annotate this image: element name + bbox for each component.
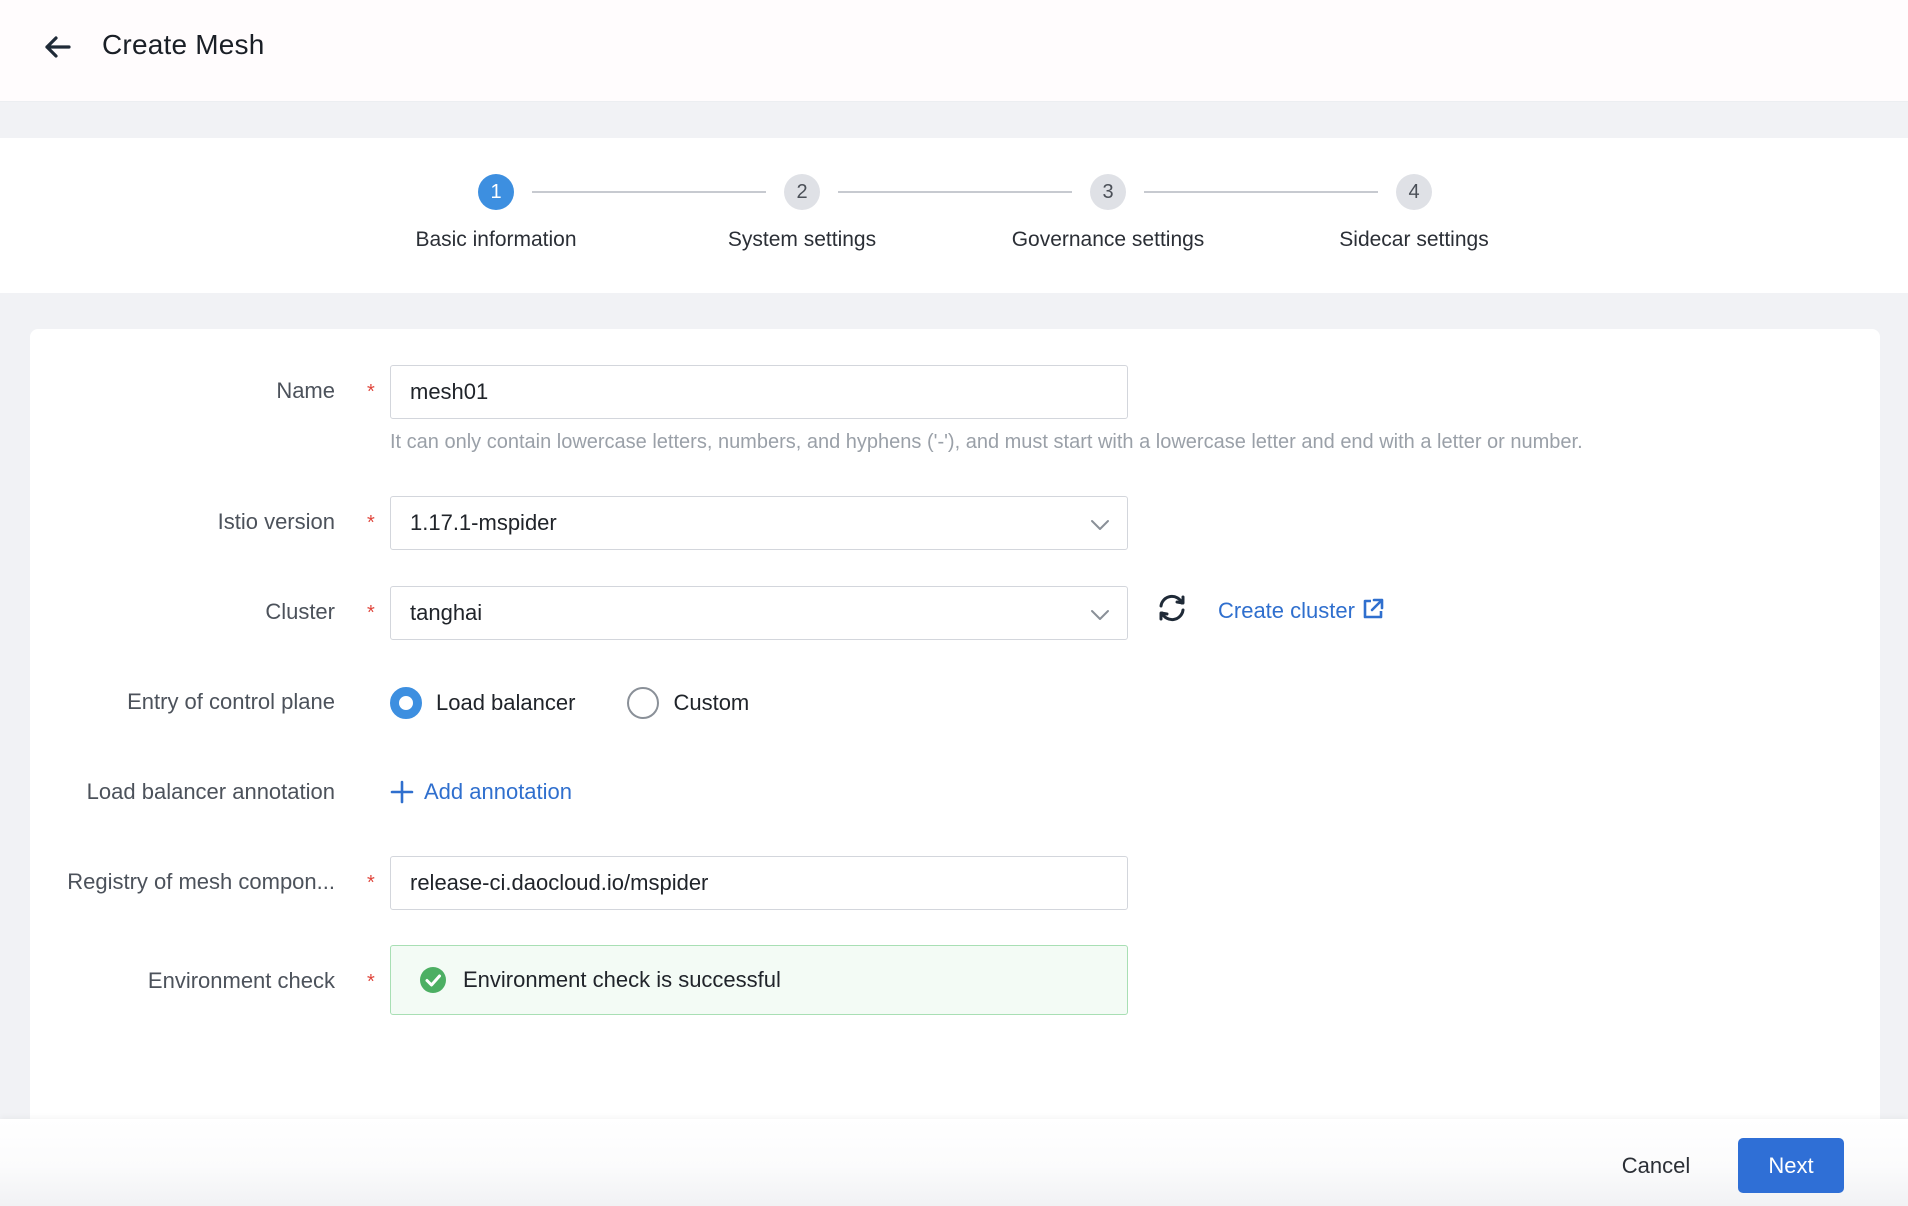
create-cluster-label: Create cluster <box>1218 598 1355 623</box>
add-annotation-label: Add annotation <box>424 779 573 804</box>
cluster-value: tanghai <box>410 600 483 625</box>
required-mark: * <box>367 971 375 993</box>
name-input[interactable]: mesh01 <box>390 365 1128 419</box>
radio-custom[interactable]: Custom <box>627 687 749 719</box>
istio-version-value: 1.17.1-mspider <box>410 510 557 535</box>
radio-label: Custom <box>673 690 750 715</box>
cancel-button[interactable]: Cancel <box>1592 1139 1720 1193</box>
env-check-text: Environment check is successful <box>463 967 781 992</box>
stepper: 1 Basic information 2 System settings 3 … <box>0 138 1908 293</box>
step-label: Sidecar settings <box>1339 228 1489 251</box>
chevron-down-icon <box>1091 520 1109 530</box>
lb-annotation-label: Load balancer annotation <box>86 779 335 804</box>
add-annotation-button[interactable]: Add annotation <box>390 779 572 805</box>
required-mark: * <box>367 381 375 403</box>
arrow-left-icon <box>45 36 71 58</box>
page-header: Create Mesh <box>0 0 1908 102</box>
chevron-down-icon <box>1091 610 1109 620</box>
cluster-label: Cluster <box>265 599 335 624</box>
create-cluster-link[interactable]: Create cluster <box>1218 598 1385 624</box>
step-label: Governance settings <box>1011 228 1205 251</box>
step-governance-settings[interactable]: 3 Governance settings <box>958 174 1258 252</box>
env-check-status: Environment check is successful <box>390 945 1128 1015</box>
registry-input-value: release-ci.daocloud.io/mspider <box>410 870 709 895</box>
registry-label: Registry of mesh compon... <box>67 869 335 894</box>
step-number: 1 <box>478 174 514 210</box>
step-label: System settings <box>727 228 877 251</box>
istio-version-select[interactable]: 1.17.1-mspider <box>390 496 1128 550</box>
external-link-icon <box>1363 598 1384 619</box>
next-button[interactable]: Next <box>1738 1138 1844 1193</box>
radio-load-balancer[interactable]: Load balancer <box>390 687 575 719</box>
required-mark: * <box>367 602 375 624</box>
radio-label: Load balancer <box>436 690 576 715</box>
step-label: Basic information <box>415 228 577 251</box>
refresh-icon <box>1159 594 1185 622</box>
step-system-settings[interactable]: 2 System settings <box>652 174 952 252</box>
page-title: Create Mesh <box>102 29 265 60</box>
step-number: 4 <box>1396 174 1432 210</box>
back-button[interactable] <box>40 30 74 64</box>
step-basic-information[interactable]: 1 Basic information <box>346 174 646 252</box>
istio-version-label: Istio version <box>217 509 335 534</box>
step-sidecar-settings[interactable]: 4 Sidecar settings <box>1264 174 1564 252</box>
footer-actions: Cancel Next <box>0 1119 1908 1206</box>
env-check-label: Environment check <box>147 968 335 993</box>
step-number: 2 <box>784 174 820 210</box>
entry-label: Entry of control plane <box>127 689 335 714</box>
name-input-value: mesh01 <box>410 379 489 404</box>
plus-icon <box>390 780 414 804</box>
basic-info-form: Name * mesh01 It can only contain lowerc… <box>30 329 1880 1129</box>
name-label: Name <box>276 378 335 403</box>
step-number: 3 <box>1090 174 1126 210</box>
radio-unchecked-icon <box>627 687 660 719</box>
required-mark: * <box>367 872 375 894</box>
registry-input[interactable]: release-ci.daocloud.io/mspider <box>390 856 1128 910</box>
name-hint: It can only contain lowercase letters, n… <box>390 431 1583 453</box>
check-circle-icon <box>420 967 446 993</box>
required-mark: * <box>367 512 375 534</box>
radio-checked-icon <box>390 687 422 719</box>
entry-radio-group: Load balancer Custom <box>390 686 801 720</box>
cluster-select[interactable]: tanghai <box>390 586 1128 640</box>
refresh-clusters-button[interactable] <box>1153 589 1191 627</box>
